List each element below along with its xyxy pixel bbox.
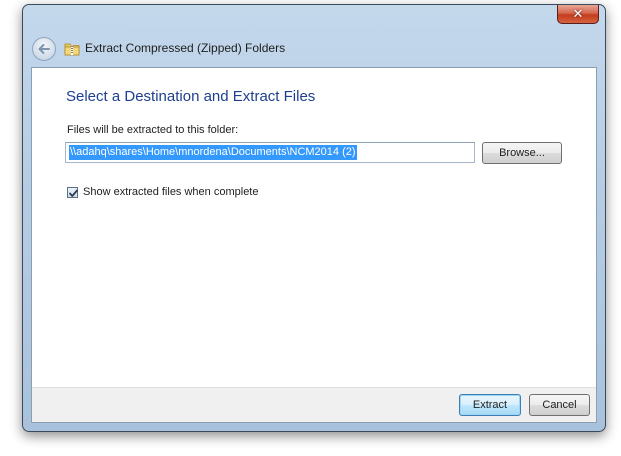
show-files-label: Show extracted files when complete (83, 186, 259, 198)
dialog-footer: Extract Cancel (32, 387, 596, 422)
browse-button[interactable]: Browse... (482, 142, 562, 164)
page-heading: Select a Destination and Extract Files (66, 88, 316, 105)
show-files-checkbox[interactable] (67, 186, 78, 198)
destination-label: Files will be extracted to this folder: (67, 124, 239, 136)
window-title: Extract Compressed (Zipped) Folders (85, 41, 286, 55)
dialog-content: Select a Destination and Extract Files F… (31, 67, 597, 423)
show-files-option[interactable]: Show extracted files when complete (67, 186, 258, 198)
extract-dialog-window: ✕ Extract Compressed (Zipped) Folders Se… (22, 4, 606, 432)
destination-path-input[interactable]: \\adahq\shares\Home\mnordena\Documents\N… (65, 142, 475, 163)
close-button[interactable]: ✕ (557, 5, 599, 24)
back-arrow-icon (38, 44, 50, 54)
cancel-button[interactable]: Cancel (529, 394, 590, 416)
extract-button[interactable]: Extract (459, 394, 521, 416)
back-button[interactable] (32, 37, 56, 61)
zipped-folder-icon (64, 43, 80, 56)
checkmark-icon (69, 189, 78, 197)
destination-path-value: \\adahq\shares\Home\mnordena\Documents\N… (69, 145, 357, 160)
close-icon: ✕ (572, 6, 584, 22)
